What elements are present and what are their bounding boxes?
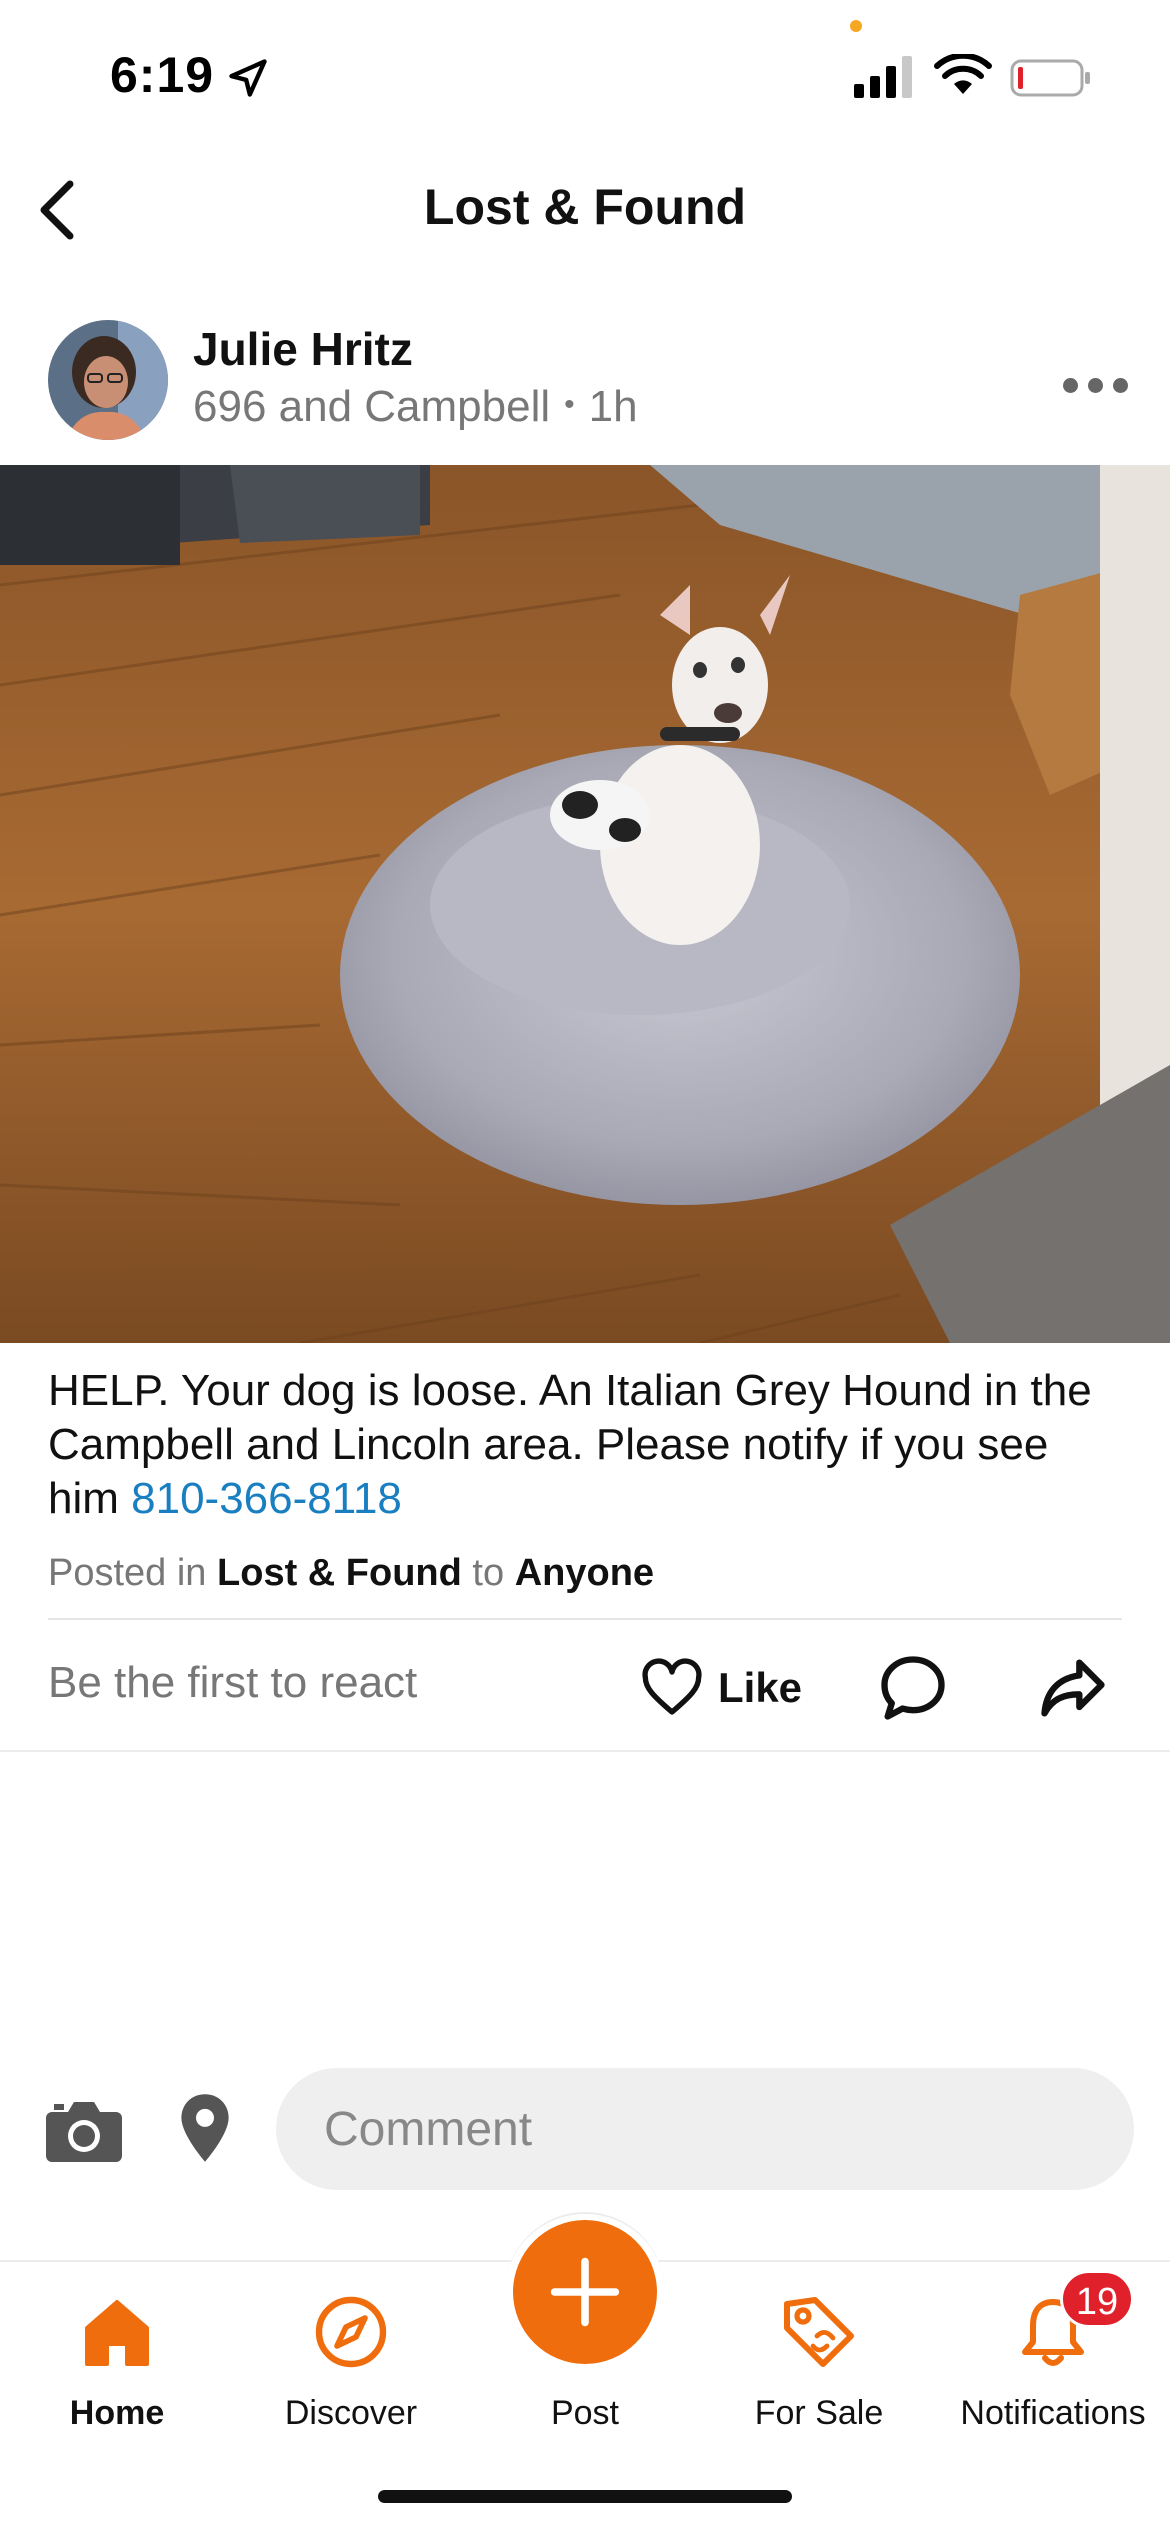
post-time: 1h [588,382,638,431]
compass-icon [315,2296,387,2368]
tab-notifications-label: Notifications [960,2394,1146,2432]
author-name[interactable]: Julie Hritz [193,322,413,376]
dog-photo [0,465,1170,1343]
meta-separator: • [564,388,575,422]
tab-for-sale[interactable]: For Sale [702,2262,936,2462]
post-body: HELP. Your dog is loose. An Italian Grey… [48,1364,1128,1526]
camera-icon[interactable] [44,2098,124,2164]
reaction-row: Be the first to react Like [0,1620,1170,1750]
tag-icon [784,2297,854,2367]
heart-icon [642,1658,702,1715]
signal-icon [854,56,912,98]
wifi-icon [934,54,992,94]
phone-link[interactable]: 810-366-8118 [131,1474,402,1523]
tab-home[interactable]: Home [0,2262,234,2462]
post-author-row: Julie Hritz 696 and Campbell • 1h [0,318,1170,448]
location-arrow-icon [229,59,267,97]
like-label: Like [718,1664,803,1711]
tab-discover[interactable]: Discover [234,2262,468,2462]
location-pin-icon[interactable] [178,2092,232,2164]
battery-low-icon [1010,59,1090,97]
share-arrow-icon[interactable] [1035,1650,1111,1726]
home-indicator [378,2490,792,2503]
audience-label: Anyone [514,1552,655,1594]
tab-home-label: Home [69,2394,165,2432]
status-bar: 6:19 [0,0,1170,150]
posted-in-prefix: Posted in [48,1552,207,1594]
privacy-indicator-dot [850,20,862,32]
status-time: 6:19 [110,47,215,103]
home-icon [85,2300,149,2366]
tab-notifications[interactable]: Notifications [936,2262,1170,2462]
post-image[interactable] [0,465,1170,1343]
posted-to-word: to [472,1552,505,1594]
notifications-badge: 19 [1060,2270,1134,2328]
avatar-image [48,320,168,440]
author-meta: 696 and Campbell • 1h [193,382,638,432]
more-options-button[interactable] [1050,360,1140,410]
react-prompt: Be the first to react [48,1658,418,1707]
ellipsis-dot [1112,377,1128,393]
like-button[interactable]: Like [640,1648,802,1728]
tab-post[interactable]: Post [468,2262,702,2462]
category-link[interactable]: Lost & Found [217,1552,462,1594]
tab-discover-label: Discover [284,2394,418,2432]
tab-for-sale-label: For Sale [754,2394,884,2432]
comment-input[interactable] [276,2068,1134,2190]
tab-post-label: Post [550,2394,620,2432]
nav-header: Lost & Found [0,150,1170,270]
comment-bubble-icon[interactable] [875,1650,951,1726]
page-title: Lost & Found [423,179,747,235]
comment-bar [0,2068,1170,2190]
avatar[interactable] [48,320,168,440]
posted-in-line: Posted in Lost & Found to Anyone [48,1552,654,1595]
author-location[interactable]: 696 and Campbell [193,382,550,431]
section-divider [0,1750,1170,1752]
ellipsis-dot [1087,377,1103,393]
ellipsis-icon [1062,377,1078,393]
